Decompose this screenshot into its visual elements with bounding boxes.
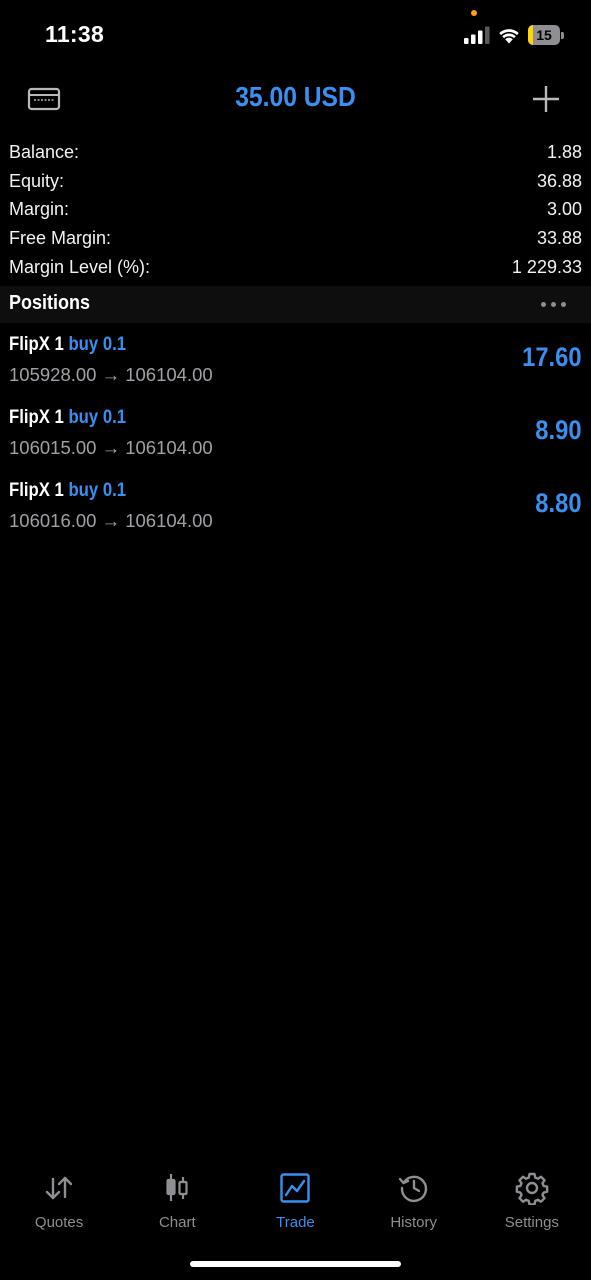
balance-title[interactable]: 35.00 USD [35,81,555,113]
tab-trade[interactable]: Trade [236,1166,354,1236]
position-profit: 8.80 [535,488,582,518]
positions-header: Positions [0,286,591,323]
position-symbol: FlipX 1 [9,480,64,501]
tab-settings[interactable]: Settings [473,1166,591,1236]
summary-row-margin-level: Margin Level (%): 1 229.33 [9,253,582,282]
position-symbol: FlipX 1 [9,334,64,355]
summary-label: Equity: [9,170,65,191]
quotes-arrows-icon [45,1176,73,1200]
position-side: buy 0.1 [68,334,127,355]
position-current-price: 106104.00 [125,510,213,531]
tab-label: History [390,1214,437,1231]
battery-icon: 15 [528,25,560,45]
position-profit: 17.60 [522,342,582,372]
position-symbol: FlipX 1 [9,407,64,428]
summary-label: Free Margin: [9,228,112,249]
candlestick-icon [166,1174,188,1201]
summary-value: 1 229.33 [511,256,582,277]
history-clock-icon [398,1175,427,1203]
summary-value: 36.88 [536,170,582,191]
summary-value: 1.88 [546,141,582,162]
tab-quotes[interactable]: Quotes [0,1166,118,1236]
tab-label: Settings [504,1214,559,1231]
arrow-icon: → [101,437,121,458]
tab-label: Chart [158,1214,196,1231]
arrow-icon: → [101,510,121,531]
summary-label: Balance: [9,141,80,162]
positions-list: FlipX 1 buy 0.1 105928.00 → 106104.00 17… [0,331,591,550]
position-row[interactable]: FlipX 1 buy 0.1 106016.00 → 106104.00 8.… [0,477,591,550]
plus-icon[interactable] [531,84,561,114]
position-current-price: 106104.00 [125,364,213,385]
summary-label: Margin Level (%): [9,256,151,277]
arrow-icon: → [101,364,121,385]
position-profit: 8.90 [535,415,582,445]
summary-label: Margin: [9,199,70,220]
positions-title: Positions [9,292,91,314]
tab-label: Trade [276,1214,315,1231]
cellular-signal-icon [464,26,490,44]
account-summary: Balance: 1.88 Equity: 36.88 Margin: 3.00… [9,138,582,282]
summary-row-balance: Balance: 1.88 [9,138,582,167]
summary-row-equity: Equity: 36.88 [9,167,582,196]
summary-value: 3.00 [546,199,582,220]
battery-cap [561,31,564,39]
position-open-price: 106016.00 [9,510,97,531]
battery-level: 15 [536,27,552,43]
position-side: buy 0.1 [68,407,127,428]
position-current-price: 106104.00 [125,437,213,458]
trade-screen: 11:38 15 35.00 USD Balance: 1.88 Equity:… [0,0,591,1280]
summary-row-margin: Margin: 3.00 [9,196,582,225]
summary-row-free-margin: Free Margin: 33.88 [9,224,582,253]
gear-icon [515,1172,549,1205]
privacy-indicator-dot [471,10,477,16]
tab-history[interactable]: History [355,1166,473,1236]
wifi-icon [499,29,519,44]
tab-bar: Quotes Chart Trade History Settings [0,1166,591,1236]
position-open-price: 105928.00 [9,364,97,385]
position-row[interactable]: FlipX 1 buy 0.1 105928.00 → 106104.00 17… [0,331,591,404]
position-open-price: 106015.00 [9,437,97,458]
summary-value: 33.88 [536,228,582,249]
status-icons: 15 [464,24,564,46]
ellipsis-icon[interactable] [541,302,566,307]
position-side: buy 0.1 [68,480,127,501]
trade-chart-icon [280,1173,311,1203]
tab-label: Quotes [34,1214,84,1231]
tab-chart[interactable]: Chart [118,1166,236,1236]
status-time: 11:38 [45,21,105,47]
home-indicator[interactable] [190,1261,401,1267]
position-row[interactable]: FlipX 1 buy 0.1 106015.00 → 106104.00 8.… [0,404,591,477]
